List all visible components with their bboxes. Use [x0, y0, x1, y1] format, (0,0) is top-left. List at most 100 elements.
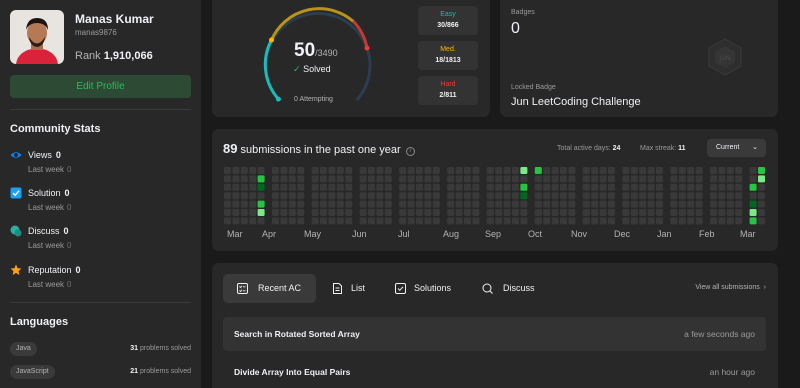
heatmap-cell[interactable] [647, 183, 655, 191]
heatmap-cell[interactable] [345, 200, 353, 208]
heatmap-cell[interactable] [272, 200, 279, 208]
heatmap-cell[interactable] [718, 183, 726, 191]
submission-row[interactable]: Divide Array Into Equal Pairs an hour ag… [223, 355, 766, 388]
heatmap-cell[interactable] [384, 209, 392, 216]
heatmap-cell[interactable] [560, 192, 567, 200]
heatmap-cell[interactable] [726, 175, 734, 183]
heatmap-cell[interactable] [455, 217, 463, 225]
heatmap-cell[interactable] [359, 200, 367, 208]
heatmap-cell[interactable] [272, 183, 279, 191]
heatmap-cell[interactable] [630, 209, 638, 216]
heatmap-cell[interactable] [336, 217, 344, 225]
heatmap-cell[interactable] [486, 175, 494, 183]
heatmap-cell[interactable] [758, 175, 765, 183]
heatmap-cell[interactable] [630, 175, 638, 183]
heatmap-cell[interactable] [280, 209, 288, 216]
heatmap-cell[interactable] [345, 209, 353, 216]
heatmap-cell[interactable] [432, 209, 440, 216]
heatmap-cell[interactable] [384, 167, 392, 174]
heatmap-cell[interactable] [520, 183, 528, 191]
heatmap-cell[interactable] [407, 217, 415, 225]
heatmap-cell[interactable] [249, 183, 257, 191]
heatmap-cell[interactable] [551, 167, 559, 174]
heatmap-cell[interactable] [551, 175, 559, 183]
heatmap-cell[interactable] [486, 183, 494, 191]
heatmap-cell[interactable] [280, 200, 288, 208]
heatmap-cell[interactable] [232, 209, 240, 216]
heatmap-cell[interactable] [695, 175, 703, 183]
heatmap-cell[interactable] [486, 167, 494, 174]
heatmap-cell[interactable] [345, 183, 353, 191]
heatmap-cell[interactable] [656, 217, 663, 225]
heatmap-cell[interactable] [543, 209, 551, 216]
heatmap-cell[interactable] [710, 192, 717, 200]
heatmap-cell[interactable] [622, 209, 630, 216]
heatmap-cell[interactable] [591, 167, 599, 174]
heatmap-cell[interactable] [407, 175, 415, 183]
heatmap-cell[interactable] [240, 183, 248, 191]
heatmap-cell[interactable] [472, 167, 480, 174]
heatmap-cell[interactable] [447, 209, 455, 216]
heatmap-cell[interactable] [735, 192, 743, 200]
heatmap-cell[interactable] [384, 200, 392, 208]
heatmap-cell[interactable] [512, 209, 519, 216]
heatmap-cell[interactable] [464, 217, 471, 225]
heatmap-cell[interactable] [311, 167, 319, 174]
heatmap-cell[interactable] [534, 167, 542, 174]
heatmap-cell[interactable] [710, 183, 717, 191]
heatmap-cell[interactable] [376, 167, 384, 174]
heatmap-cell[interactable] [520, 200, 528, 208]
heatmap-cell[interactable] [455, 175, 463, 183]
heatmap-cell[interactable] [670, 192, 678, 200]
heatmap-cell[interactable] [568, 175, 576, 183]
heatmap-cell[interactable] [472, 183, 480, 191]
language-tag[interactable]: Java [10, 342, 37, 356]
heatmap-cell[interactable] [670, 209, 678, 216]
heatmap-cell[interactable] [486, 200, 494, 208]
heatmap-cell[interactable] [534, 192, 542, 200]
heatmap-cell[interactable] [472, 209, 480, 216]
heatmap-cell[interactable] [749, 167, 757, 174]
heatmap-cell[interactable] [678, 217, 686, 225]
heatmap-cell[interactable] [345, 192, 353, 200]
heatmap-cell[interactable] [512, 192, 519, 200]
heatmap-cell[interactable] [232, 192, 240, 200]
heatmap-cell[interactable] [272, 192, 279, 200]
heatmap-cell[interactable] [288, 200, 296, 208]
heatmap-cell[interactable] [551, 217, 559, 225]
heatmap-cell[interactable] [520, 175, 528, 183]
heatmap-cell[interactable] [376, 217, 384, 225]
heatmap-cell[interactable] [297, 209, 305, 216]
heatmap-cell[interactable] [376, 192, 384, 200]
heatmap-cell[interactable] [551, 209, 559, 216]
heatmap-cell[interactable] [345, 167, 353, 174]
heatmap-cell[interactable] [455, 167, 463, 174]
heatmap-cell[interactable] [424, 167, 432, 174]
heatmap-cell[interactable] [503, 167, 511, 174]
heatmap-cell[interactable] [336, 183, 344, 191]
heatmap-cell[interactable] [560, 209, 567, 216]
heatmap-cell[interactable] [272, 217, 279, 225]
heatmap-cell[interactable] [582, 217, 590, 225]
heatmap-cell[interactable] [726, 192, 734, 200]
heatmap-cell[interactable] [359, 192, 367, 200]
heatmap-cell[interactable] [568, 183, 576, 191]
heatmap-cell[interactable] [416, 209, 423, 216]
heatmap-cell[interactable] [257, 192, 265, 200]
heatmap-cell[interactable] [608, 217, 615, 225]
heatmap-cell[interactable] [224, 167, 231, 174]
heatmap-cell[interactable] [328, 183, 336, 191]
heatmap-cell[interactable] [447, 167, 455, 174]
heatmap-cell[interactable] [249, 192, 257, 200]
difficulty-hard[interactable]: Hard 2/811 [418, 76, 478, 105]
heatmap-cell[interactable] [311, 183, 319, 191]
heatmap-cell[interactable] [432, 192, 440, 200]
heatmap-cell[interactable] [416, 183, 423, 191]
heatmap-cell[interactable] [495, 200, 503, 208]
heatmap-cell[interactable] [639, 217, 647, 225]
heatmap-cell[interactable] [687, 192, 695, 200]
heatmap-cell[interactable] [432, 167, 440, 174]
heatmap-cell[interactable] [257, 167, 265, 174]
heatmap-cell[interactable] [568, 192, 576, 200]
heatmap-cell[interactable] [687, 175, 695, 183]
